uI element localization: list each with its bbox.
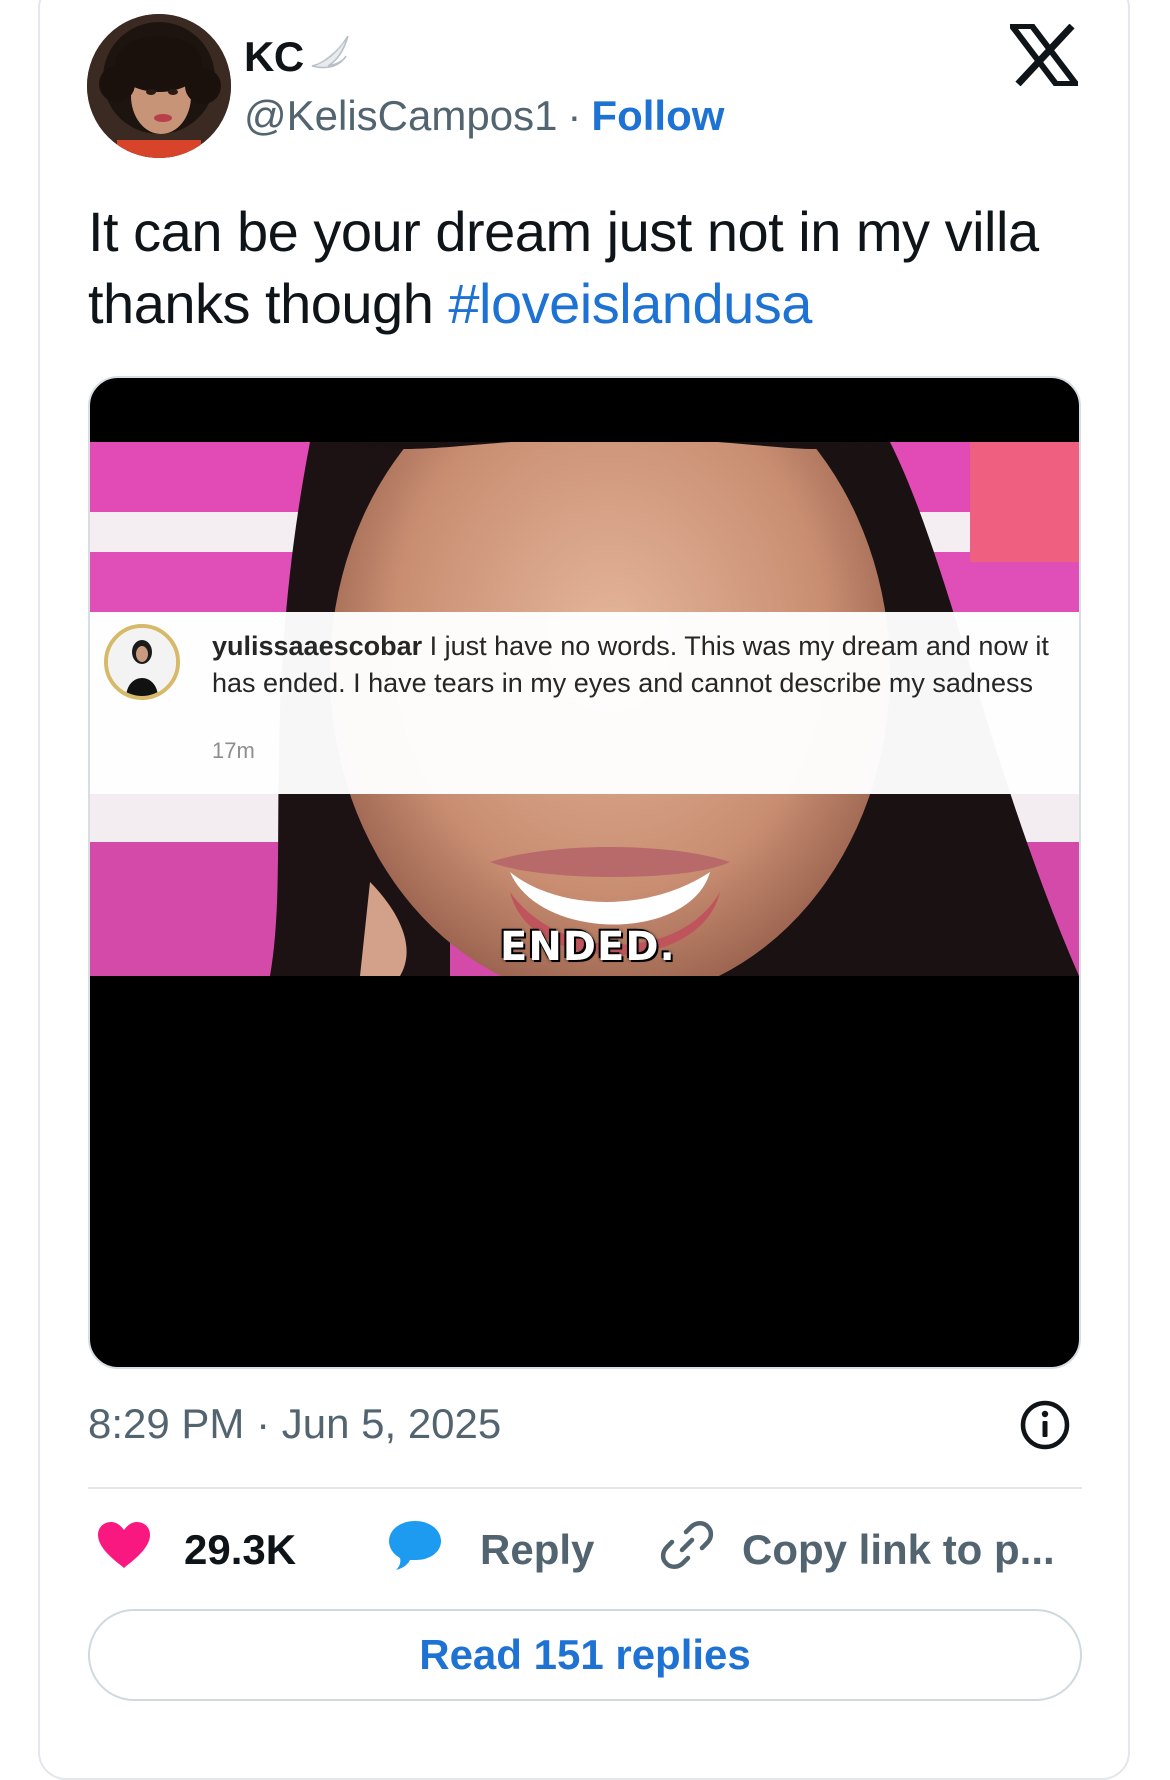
separator-dot: · — [567, 92, 582, 139]
wing-icon — [308, 30, 352, 84]
display-name[interactable]: KC — [244, 33, 304, 81]
hashtag-link[interactable]: #loveislandusa — [448, 272, 812, 335]
instagram-comment: yulissaaescobar I just have no words. Th… — [90, 612, 1079, 794]
follow-button[interactable]: Follow — [591, 92, 724, 140]
tweet-media[interactable]: yulissaaescobar I just have no words. Th… — [88, 376, 1081, 1369]
copy-link-button[interactable]: Copy link to p... — [660, 1520, 1055, 1580]
divider — [88, 1487, 1082, 1489]
tweet-text: It can be your dream just not in my vill… — [88, 196, 1088, 340]
info-icon[interactable] — [1019, 1399, 1071, 1451]
speech-bubble-icon — [386, 1518, 444, 1582]
copy-link-label: Copy link to p... — [742, 1526, 1055, 1573]
like-count: 29.3K — [184, 1526, 297, 1573]
like-button[interactable]: 29.3K — [96, 1520, 296, 1580]
heart-icon — [96, 1520, 152, 1580]
author-name-row[interactable]: KC — [244, 30, 352, 84]
comment-text: yulissaaescobar I just have no words. Th… — [212, 628, 1062, 702]
reply-label: Reply — [480, 1526, 595, 1573]
reply-button[interactable]: Reply — [386, 1520, 594, 1580]
video-frame: yulissaaescobar I just have no words. Th… — [90, 442, 1079, 976]
read-replies-button[interactable]: Read 151 replies — [88, 1609, 1082, 1701]
link-icon — [660, 1518, 714, 1582]
commenter-avatar — [104, 624, 180, 700]
video-caption: ENDED. — [500, 924, 676, 970]
author-avatar[interactable] — [87, 14, 231, 158]
x-logo-icon[interactable] — [1005, 23, 1083, 87]
author-handle[interactable]: @KelisCampos1 — [244, 92, 557, 140]
tweet-timestamp[interactable]: 8:29 PM · Jun 5, 2025 — [88, 1400, 501, 1448]
handle-row: @KelisCampos1 · Follow — [244, 92, 724, 140]
commenter-username: yulissaaescobar — [212, 631, 423, 661]
comment-time: 17m — [212, 738, 255, 763]
